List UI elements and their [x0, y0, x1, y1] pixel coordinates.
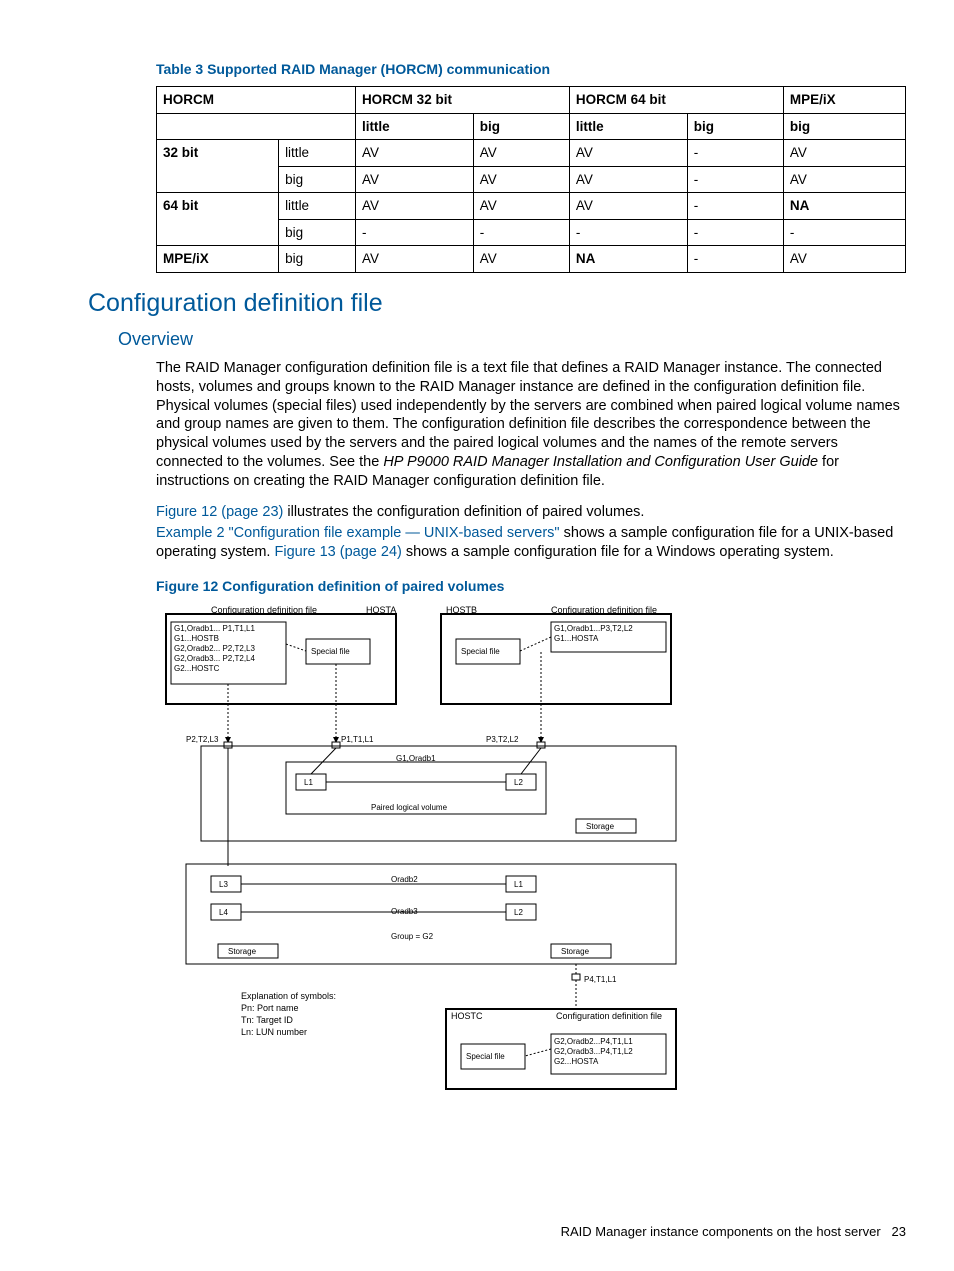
- paragraph-3: Example 2 "Configuration file example — …: [156, 524, 906, 562]
- svg-text:L1: L1: [514, 880, 523, 889]
- paragraph-2: Figure 12 (page 23) illustrates the conf…: [156, 503, 906, 522]
- table-caption: Table 3 Supported RAID Manager (HORCM) c…: [156, 60, 906, 78]
- svg-text:Special file: Special file: [461, 647, 500, 656]
- svg-text:Pn: Port name: Pn: Port name: [241, 1003, 299, 1013]
- figure-12: HOSTA Configuration definition file G1,O…: [156, 604, 716, 1124]
- row-4-1: big: [279, 246, 356, 273]
- th-64: HORCM 64 bit: [569, 87, 783, 114]
- th-b1: big: [473, 113, 569, 140]
- link-example-2[interactable]: Example 2 "Configuration file example — …: [156, 525, 560, 541]
- svg-text:HOSTA: HOSTA: [366, 605, 396, 615]
- th-b2: big: [687, 113, 783, 140]
- svg-text:Ln: LUN number: Ln: LUN number: [241, 1027, 307, 1037]
- th-horcm: HORCM: [157, 87, 356, 114]
- row-0-1: little: [279, 140, 356, 167]
- svg-text:Oradb2: Oradb2: [391, 875, 418, 884]
- svg-text:L2: L2: [514, 908, 523, 917]
- figure-caption: Figure 12 Configuration definition of pa…: [156, 577, 906, 595]
- doc-title-italic: HP P9000 RAID Manager Installation and C…: [383, 454, 818, 470]
- svg-text:G1,Oradb1: G1,Oradb1: [396, 754, 436, 763]
- svg-text:L1: L1: [304, 778, 313, 787]
- svg-text:Special file: Special file: [311, 647, 350, 656]
- svg-text:Explanation of symbols:: Explanation of symbols:: [241, 991, 336, 1001]
- svg-text:G1,Oradb1... P1,T1,L1G1...HOST: G1,Oradb1... P1,T1,L1G1...HOSTBG2,Oradb2…: [174, 624, 255, 673]
- row-64bit: 64 bit: [157, 193, 279, 246]
- row-2-1: little: [279, 193, 356, 220]
- svg-text:L2: L2: [514, 778, 523, 787]
- th-32: HORCM 32 bit: [355, 87, 569, 114]
- svg-text:HOSTC: HOSTC: [451, 1011, 483, 1021]
- svg-text:Storage: Storage: [561, 947, 590, 956]
- th-l2: little: [569, 113, 687, 140]
- svg-text:Tn: Target ID: Tn: Target ID: [241, 1015, 293, 1025]
- section-heading: Configuration definition file: [88, 287, 906, 320]
- row-mpe: MPE/iX: [157, 246, 279, 273]
- row-1-1: big: [279, 166, 356, 193]
- svg-text:Special file: Special file: [466, 1052, 505, 1061]
- th-b3: big: [783, 113, 905, 140]
- svg-text:G1,Oradb1...P3,T2,L2G1...HOSTA: G1,Oradb1...P3,T2,L2G1...HOSTA: [554, 624, 633, 643]
- svg-text:P3,T2,L2: P3,T2,L2: [486, 735, 519, 744]
- horcm-table: HORCM HORCM 32 bit HORCM 64 bit MPE/iX l…: [156, 86, 906, 273]
- svg-text:P2,T2,L3: P2,T2,L3: [186, 735, 219, 744]
- svg-text:G2,Oradb2...P4,T1,L1G2,Oradb3.: G2,Oradb2...P4,T1,L1G2,Oradb3...P4,T1,L2…: [554, 1037, 633, 1066]
- sub-heading: Overview: [118, 328, 906, 351]
- row-3-1: big: [279, 219, 356, 246]
- page-footer: RAID Manager instance components on the …: [561, 1224, 906, 1241]
- svg-text:P4,T1,L1: P4,T1,L1: [584, 975, 617, 984]
- svg-text:L4: L4: [219, 908, 228, 917]
- svg-text:Group = G2: Group = G2: [391, 932, 434, 941]
- svg-text:HOSTB: HOSTB: [446, 605, 477, 615]
- svg-text:L3: L3: [219, 880, 228, 889]
- svg-text:Configuration definition file: Configuration definition file: [551, 605, 657, 615]
- svg-text:Storage: Storage: [228, 947, 257, 956]
- svg-text:Configuration definition file: Configuration definition file: [556, 1011, 662, 1021]
- page-number: 23: [892, 1224, 906, 1239]
- link-figure-12[interactable]: Figure 12 (page 23): [156, 504, 283, 520]
- th-mpe: MPE/iX: [783, 87, 905, 114]
- link-figure-13[interactable]: Figure 13 (page 24): [274, 544, 401, 560]
- row-32bit: 32 bit: [157, 140, 279, 193]
- th-l1: little: [355, 113, 473, 140]
- paragraph-1: The RAID Manager configuration definitio…: [156, 359, 906, 491]
- svg-text:Configuration definition file: Configuration definition file: [211, 605, 317, 615]
- svg-text:Paired logical volume: Paired logical volume: [371, 803, 448, 812]
- svg-text:P1,T1,L1: P1,T1,L1: [341, 735, 374, 744]
- svg-text:Storage: Storage: [586, 822, 615, 831]
